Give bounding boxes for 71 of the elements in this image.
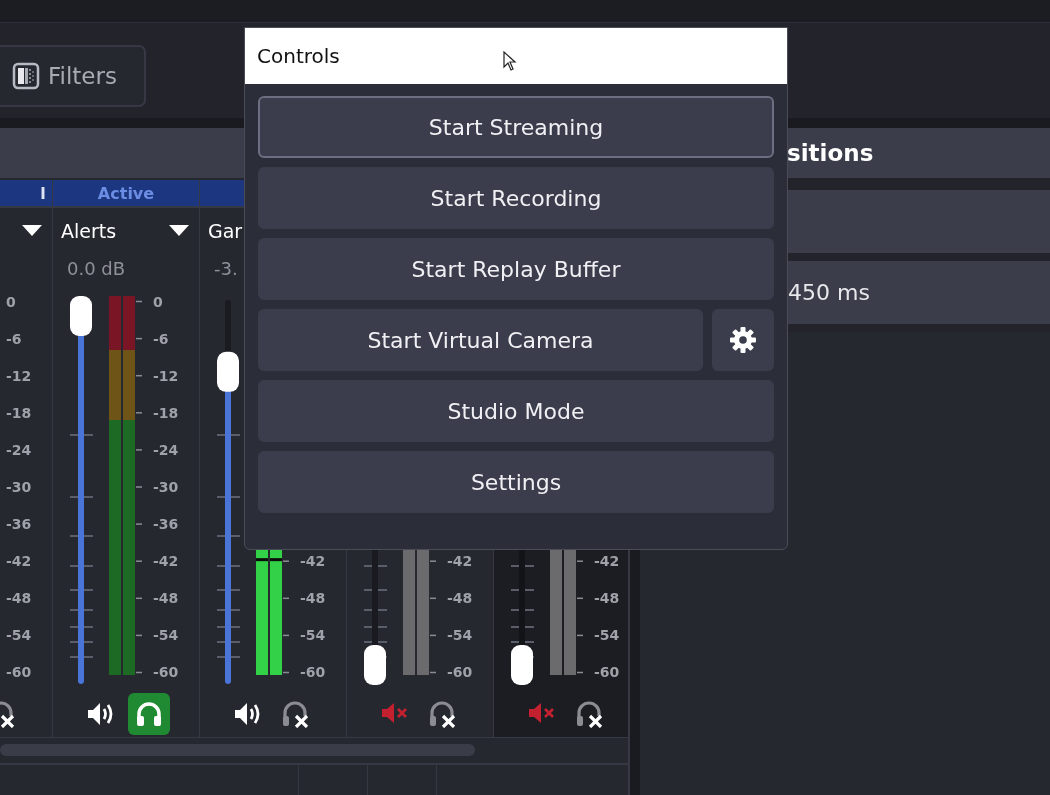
scale-label: -24	[153, 441, 179, 458]
scale-label: -6	[6, 330, 22, 347]
scale-label: -60	[594, 664, 620, 681]
scale-label: 0	[6, 293, 16, 310]
scale-label: -48	[300, 590, 326, 607]
filter-icon	[12, 62, 40, 90]
scale-label: -24	[6, 441, 32, 458]
fader-handle[interactable]	[70, 296, 92, 336]
channel-tag: l	[40, 183, 46, 203]
headphones-off-icon[interactable]	[281, 700, 311, 728]
scale-label: -60	[300, 664, 326, 681]
scale-label: -42	[6, 553, 32, 570]
scale-label: -60	[6, 664, 32, 681]
fader-handle[interactable]	[364, 645, 386, 685]
scale-label: -36	[6, 516, 32, 533]
scale-label: -60	[153, 664, 179, 681]
scale-label: -12	[6, 367, 32, 384]
fader-handle[interactable]	[217, 351, 239, 392]
scale-label: -18	[6, 404, 32, 421]
dock-title: Controls	[257, 44, 340, 68]
cursor-icon	[503, 51, 517, 71]
fader-track[interactable]	[70, 296, 92, 684]
headphones-off-icon[interactable]	[575, 700, 605, 728]
channel-tag: Active	[97, 183, 155, 203]
scale-label: -30	[153, 479, 179, 495]
scale-label: -48	[447, 590, 473, 607]
headphones-button[interactable]	[128, 693, 170, 735]
filters-button[interactable]: Filters	[0, 45, 146, 107]
scale-label: -6	[153, 330, 169, 347]
control-button[interactable]: Studio Mode	[258, 380, 774, 442]
gear-icon	[729, 326, 757, 354]
fader-track[interactable]	[217, 300, 239, 684]
scale-label: -54	[594, 627, 620, 644]
scale-label: -12	[153, 367, 179, 384]
channel-strip[interactable]: l 0 -6 -12 -18 -24 -30 -36 -42 -48 -54 -60	[0, 180, 53, 737]
scale-label: -42	[300, 553, 326, 570]
scale-label: -54	[447, 627, 473, 644]
volume-readout: 0.0 dB	[67, 258, 126, 279]
scale-label: -42	[447, 553, 473, 570]
scale-label: -48	[594, 590, 620, 607]
muted-speaker-icon[interactable]	[381, 700, 409, 726]
channel-name: Alerts	[61, 220, 117, 242]
scale-label: 0	[153, 293, 163, 310]
muted-speaker-icon[interactable]	[528, 700, 556, 726]
panel-title: sitions	[787, 140, 874, 166]
scale-label: -54	[6, 627, 32, 644]
scale-label: -36	[153, 516, 179, 533]
control-button[interactable]: Start Recording	[258, 167, 774, 229]
gear-button[interactable]	[712, 309, 774, 371]
control-button[interactable]: Start Streaming	[258, 96, 774, 158]
scale-label: -60	[447, 664, 473, 681]
caret-icon[interactable]	[22, 225, 42, 237]
scale-label: -30	[6, 479, 32, 495]
scale-label: -42	[594, 553, 620, 570]
scale-label: -54	[153, 627, 179, 644]
headphones-icon	[135, 700, 163, 728]
control-button[interactable]: Settings	[258, 451, 774, 513]
scale-label: -42	[153, 553, 179, 570]
control-button[interactable]: Start Replay Buffer	[258, 238, 774, 300]
channel-name: Gar	[208, 220, 243, 242]
scale-label: -48	[153, 590, 179, 607]
volume-readout: -3.	[214, 258, 238, 279]
caret-icon[interactable]	[169, 225, 189, 237]
scale-label: -54	[300, 627, 326, 644]
control-button[interactable]: Start Virtual Camera	[258, 309, 703, 371]
fader-handle[interactable]	[511, 645, 533, 685]
headphones-off-icon[interactable]	[428, 700, 458, 728]
scale-label: -48	[6, 590, 32, 607]
channel-strip[interactable]: Active Alerts 0.0 dB 0 -6 -12 -18 -24 -30 -36 -42 -48 -54 -60	[53, 180, 200, 737]
scrollbar[interactable]	[0, 744, 475, 756]
scale-label: -18	[153, 404, 179, 421]
